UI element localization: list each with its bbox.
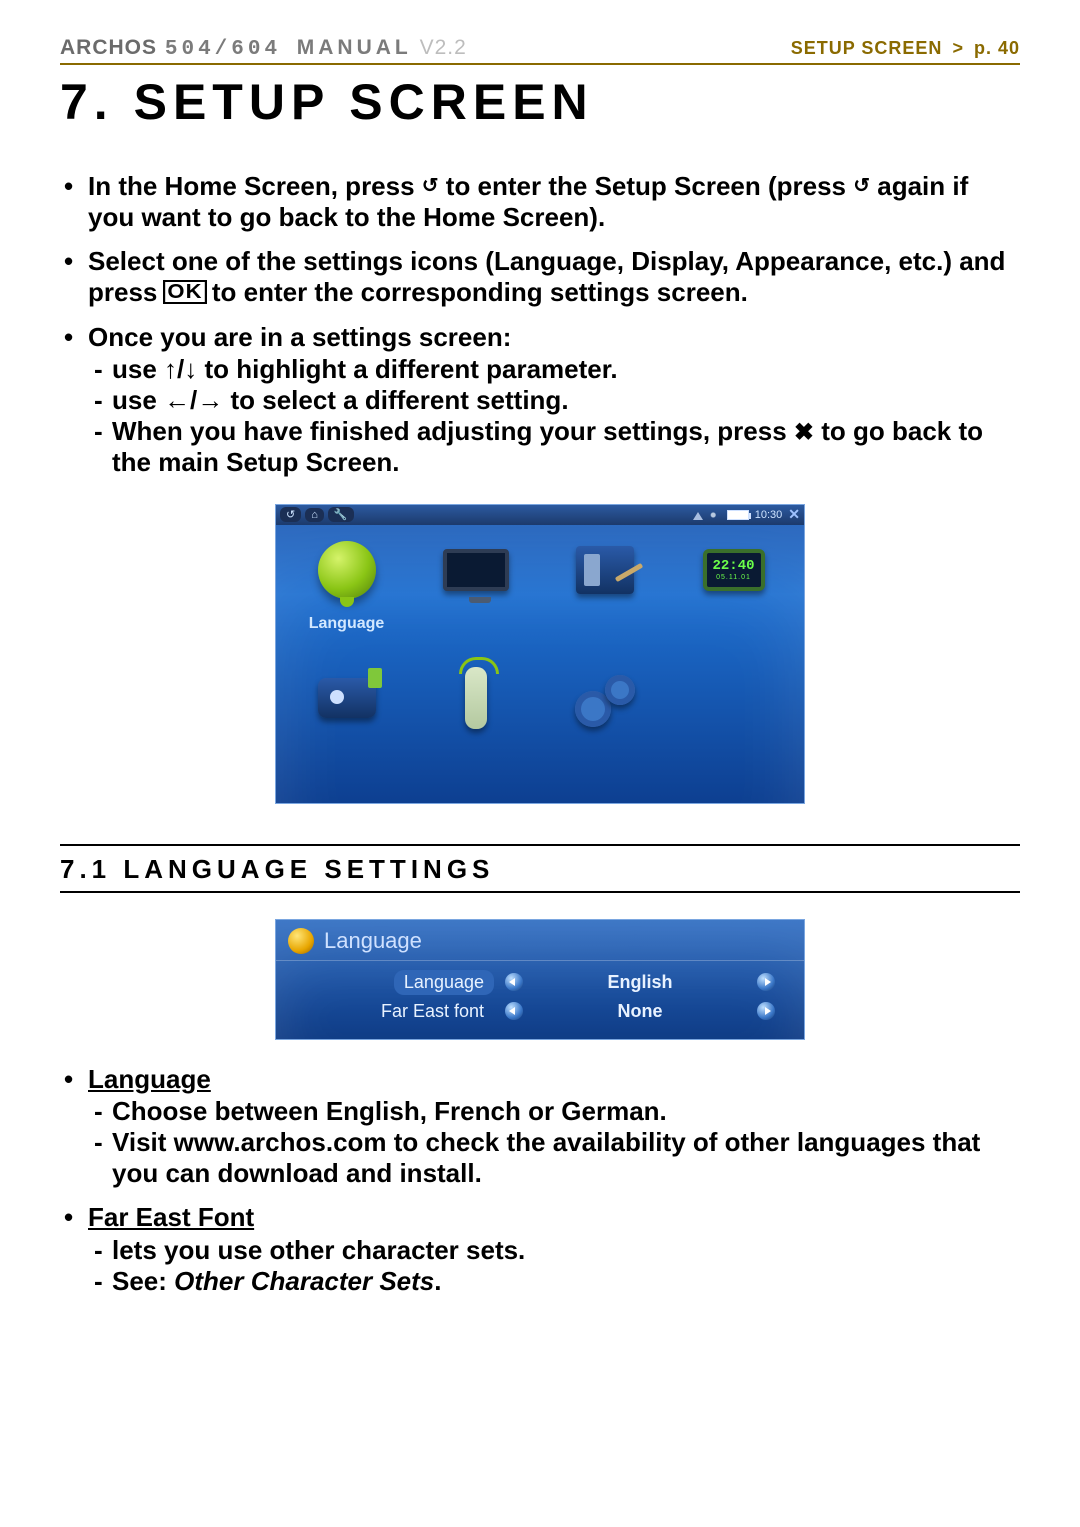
clock-date: 05.11.01 xyxy=(716,574,751,581)
instruction-2: Select one of the settings icons (Langua… xyxy=(88,246,1020,307)
fareast-heading: Far East Font xyxy=(88,1202,254,1232)
manual-version: V2.2 xyxy=(420,36,467,59)
globe-icon xyxy=(318,541,376,599)
language-panel-title: Language xyxy=(324,928,422,954)
cross-ref: Other Character Sets xyxy=(174,1266,434,1296)
clock-time: 22:40 xyxy=(712,558,754,574)
settings-appearance xyxy=(540,535,669,663)
settings-tv-control xyxy=(411,663,540,791)
text: . xyxy=(434,1266,441,1296)
manual-page: ARCHOS 504/604 MANUAL V2.2 SETUP SCREEN … xyxy=(0,0,1080,1527)
status-bar: ↺ ⌂ 🔧 10:30 ✕ xyxy=(276,505,804,525)
page-header: ARCHOS 504/604 MANUAL V2.2 SETUP SCREEN … xyxy=(60,36,1020,65)
close-icon: ✖ xyxy=(794,419,814,446)
header-left: ARCHOS 504/604 MANUAL V2.2 xyxy=(60,36,467,61)
instruction-3-sub: use ↑/↓ to highlight a different paramet… xyxy=(88,354,1020,477)
instruction-3b: use ←/→ to select a different setting. xyxy=(112,385,1020,416)
cycle-icon: ↺ xyxy=(853,176,870,196)
cycle-icon: ↺ xyxy=(422,176,439,196)
settings-language: Language xyxy=(282,535,411,663)
close-icon: ✕ xyxy=(788,506,800,523)
status-time: 10:30 xyxy=(755,509,783,521)
row-value: English xyxy=(534,972,746,993)
spanner-icon: 🔧 xyxy=(328,507,354,522)
settings-grid: Language 22:40 05.11.01 xyxy=(276,525,804,791)
language-item: Language Choose between English, French … xyxy=(88,1064,1020,1189)
text: In the Home Screen, press xyxy=(88,171,422,201)
row-label: Far East font xyxy=(294,1001,494,1022)
subsection-title: 7.1 LANGUAGE SETTINGS xyxy=(60,854,1020,885)
arrow-left-icon xyxy=(505,1002,523,1020)
ok-button-icon: OK xyxy=(163,280,207,304)
gear-icon xyxy=(575,671,635,725)
fareast-bullet-1: lets you use other character sets. xyxy=(112,1235,1020,1266)
instruction-1: In the Home Screen, press ↺ to enter the… xyxy=(88,171,1020,232)
settings-empty xyxy=(669,663,798,791)
brand-name: ARCHOS xyxy=(60,36,157,59)
arrow-left-icon xyxy=(505,973,523,991)
language-bullet-2: Visit www.archos.com to check the availa… xyxy=(112,1127,1020,1188)
home-icon: ⌂ xyxy=(305,508,324,522)
arrow-right-icon xyxy=(757,973,775,991)
row-value: None xyxy=(534,1001,746,1022)
headphones-icon xyxy=(693,512,703,520)
section-title: 7. SETUP SCREEN xyxy=(60,73,1020,131)
language-panel-header: Language xyxy=(276,920,804,961)
fareast-bullet-2: See: Other Character Sets. xyxy=(112,1266,1020,1297)
text: Once you are in a settings screen: xyxy=(88,322,511,352)
settings-clock: 22:40 05.11.01 xyxy=(669,535,798,663)
language-bullet-1: Choose between English, French or German… xyxy=(112,1096,1020,1127)
remote-icon xyxy=(465,667,487,729)
text: See: xyxy=(112,1266,174,1296)
language-panel-rows: Language English Far East font None xyxy=(276,961,804,1039)
volume-icon xyxy=(709,509,721,521)
instruction-3a: use ↑/↓ to highlight a different paramet… xyxy=(112,354,1020,385)
settings-language-label: Language xyxy=(309,615,385,633)
battery-icon xyxy=(727,510,749,520)
language-settings-body: Language Choose between English, French … xyxy=(60,1064,1020,1297)
subsection-sep: 7.1 LANGUAGE SETTINGS xyxy=(60,844,1020,893)
settings-system xyxy=(540,663,669,791)
instructions-list: In the Home Screen, press ↺ to enter the… xyxy=(60,171,1020,478)
power-icon xyxy=(318,678,376,718)
clock-icon: 22:40 05.11.01 xyxy=(703,549,765,591)
back-icon: ↺ xyxy=(280,507,301,522)
appearance-icon xyxy=(576,546,634,594)
arrow-right-icon xyxy=(757,1002,775,1020)
language-row-fareast: Far East font None xyxy=(294,998,786,1025)
setup-screen-screenshot: ↺ ⌂ 🔧 10:30 ✕ Language xyxy=(275,504,805,804)
text: When you have finished adjusting your se… xyxy=(112,416,794,446)
globe-icon xyxy=(288,928,314,954)
language-row-language: Language English xyxy=(294,967,786,998)
settings-power xyxy=(282,663,411,791)
manual-label: MANUAL xyxy=(297,36,412,59)
text: to enter the corresponding settings scre… xyxy=(212,277,748,307)
crumb-section: SETUP SCREEN xyxy=(791,38,943,58)
breadcrumb: SETUP SCREEN > p. 40 xyxy=(791,38,1020,59)
chevron-right-icon: > xyxy=(948,38,968,58)
status-right: 10:30 ✕ xyxy=(693,506,800,523)
instruction-3: Once you are in a settings screen: use ↑… xyxy=(88,322,1020,478)
text: to enter the Setup Screen (press xyxy=(446,171,853,201)
language-panel-screenshot: Language Language English Far East font … xyxy=(275,919,805,1040)
status-left: ↺ ⌂ 🔧 xyxy=(280,507,354,522)
monitor-icon xyxy=(443,549,509,591)
model-numbers: 504/604 xyxy=(165,38,281,61)
instruction-3c: When you have finished adjusting your se… xyxy=(112,416,1020,478)
row-label: Language xyxy=(394,970,494,995)
language-heading: Language xyxy=(88,1064,211,1094)
fareast-item: Far East Font lets you use other charact… xyxy=(88,1202,1020,1296)
crumb-page: p. 40 xyxy=(974,38,1020,58)
settings-display xyxy=(411,535,540,663)
